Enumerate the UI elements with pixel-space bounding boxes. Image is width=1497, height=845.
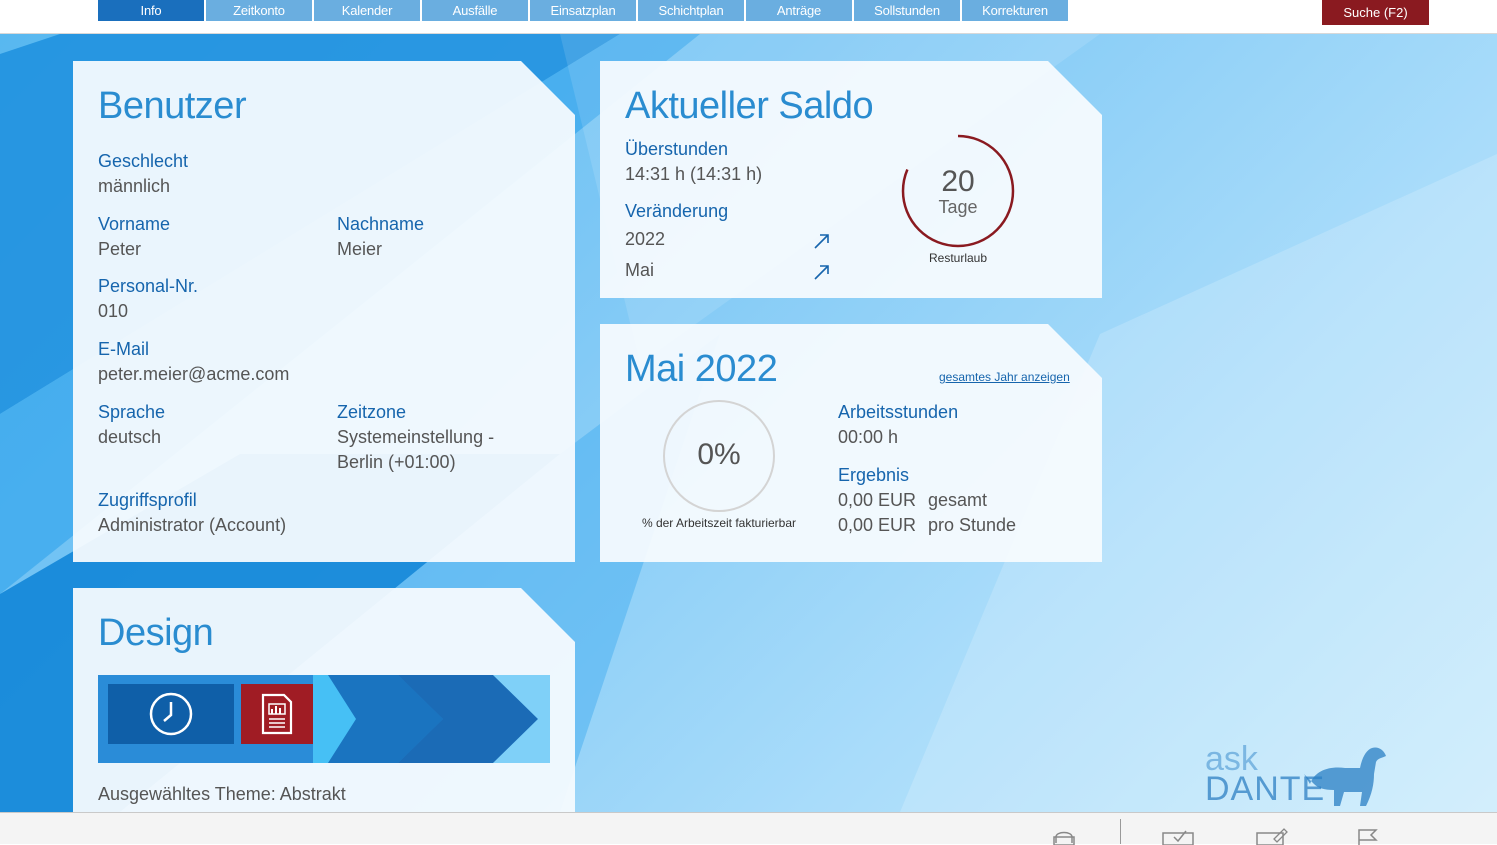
month-card-title: Mai 2022 <box>625 348 778 390</box>
result-hour-value: 0,00 EUR <box>838 515 917 535</box>
lastname-label: Nachname <box>337 214 425 234</box>
firstname-label: Vorname <box>98 214 171 234</box>
tab-ausfaelle[interactable]: Ausfälle <box>422 0 528 21</box>
work-hours-label: Arbeitsstunden <box>838 402 959 422</box>
vacation-days-value: 20 <box>941 165 975 198</box>
email-label: E-Mail <box>98 339 150 359</box>
tab-zeitkonto[interactable]: Zeitkonto <box>206 0 312 21</box>
edit-icon[interactable] <box>1256 827 1288 845</box>
personal-number-label: Personal-Nr. <box>98 276 199 296</box>
access-profile-label: Zugriffsprofil <box>98 490 197 510</box>
tab-antraege[interactable]: Anträge <box>746 0 852 21</box>
gender-label: Geschlecht <box>98 151 189 171</box>
language-label: Sprache <box>98 402 166 422</box>
search-button[interactable]: Suche (F2) <box>1322 0 1429 25</box>
tab-schichtplan[interactable]: Schichtplan <box>638 0 744 21</box>
show-full-year-link[interactable]: gesamtes Jahr anzeigen <box>939 370 1070 384</box>
timezone-value-line1: Systemeinstellung - <box>337 427 495 447</box>
billable-percent-value: 0% <box>697 438 741 471</box>
top-navigation: Info Zeitkonto Kalender Ausfälle Einsatz… <box>0 0 1497 34</box>
tab-bar: Info Zeitkonto Kalender Ausfälle Einsatz… <box>98 0 1070 21</box>
checkbox-icon[interactable] <box>1162 827 1194 845</box>
firstname-value: Peter <box>98 239 142 259</box>
lock-icon[interactable] <box>1052 827 1076 845</box>
change-month-label: Mai <box>625 260 655 280</box>
change-year-label: 2022 <box>625 229 666 249</box>
work-hours-value: 00:00 h <box>838 427 899 447</box>
theme-tile-time <box>108 684 234 744</box>
language-value: deutsch <box>98 427 162 447</box>
user-card: Benutzer Geschlecht männlich Vorname Pet… <box>73 61 575 562</box>
toolbar-divider <box>1120 819 1121 844</box>
change-label: Veränderung <box>625 201 729 221</box>
clock-icon <box>148 691 194 737</box>
month-card: Mai 2022 gesamtes Jahr anzeigen 0% % der… <box>600 324 1102 562</box>
design-card-title: Design <box>98 612 214 654</box>
result-label: Ergebnis <box>838 465 910 485</box>
user-card-title: Benutzer <box>98 85 247 127</box>
dog-icon <box>1304 747 1386 806</box>
overtime-label: Überstunden <box>625 139 729 159</box>
email-value: peter.meier@acme.com <box>98 364 290 384</box>
result-hour-unit: pro Stunde <box>928 515 1017 535</box>
lastname-value: Meier <box>337 239 383 259</box>
vacation-days-unit: Tage <box>938 197 978 217</box>
result-total-unit: gesamt <box>928 490 988 510</box>
bottom-toolbar <box>0 812 1497 845</box>
tab-sollstunden[interactable]: Sollstunden <box>854 0 960 21</box>
tab-einsatzplan[interactable]: Einsatzplan <box>530 0 636 21</box>
askdante-logo: ask DANTE <box>1205 740 1395 812</box>
gender-value: männlich <box>98 176 171 196</box>
timezone-value-line2: Berlin (+01:00) <box>337 452 456 472</box>
tab-info[interactable]: Info <box>98 0 204 21</box>
theme-preview[interactable] <box>98 675 550 763</box>
balance-card: Aktueller Saldo Überstunden 14:31 h (14:… <box>600 61 1102 298</box>
trend-up-icon <box>812 231 832 251</box>
timezone-label: Zeitzone <box>337 402 407 422</box>
design-card: Design Ausgewähltes Theme: Abstrakt <box>73 588 575 824</box>
trend-up-icon <box>812 262 832 282</box>
theme-tile-report <box>241 684 313 744</box>
access-profile-value: Administrator (Account) <box>98 515 287 535</box>
report-icon <box>260 692 294 736</box>
flag-icon[interactable] <box>1356 827 1380 845</box>
result-total-value: 0,00 EUR <box>838 490 917 510</box>
tab-kalender[interactable]: Kalender <box>314 0 420 21</box>
overtime-value: 14:31 h (14:31 h) <box>625 164 763 184</box>
billable-percent-caption: % der Arbeitszeit fakturierbar <box>641 516 797 530</box>
tab-korrekturen[interactable]: Korrekturen <box>962 0 1068 21</box>
balance-card-title: Aktueller Saldo <box>625 85 874 127</box>
vacation-caption: Resturlaub <box>928 251 988 265</box>
personal-number-value: 010 <box>98 301 129 321</box>
selected-theme-text: Ausgewähltes Theme: Abstrakt <box>98 784 346 804</box>
